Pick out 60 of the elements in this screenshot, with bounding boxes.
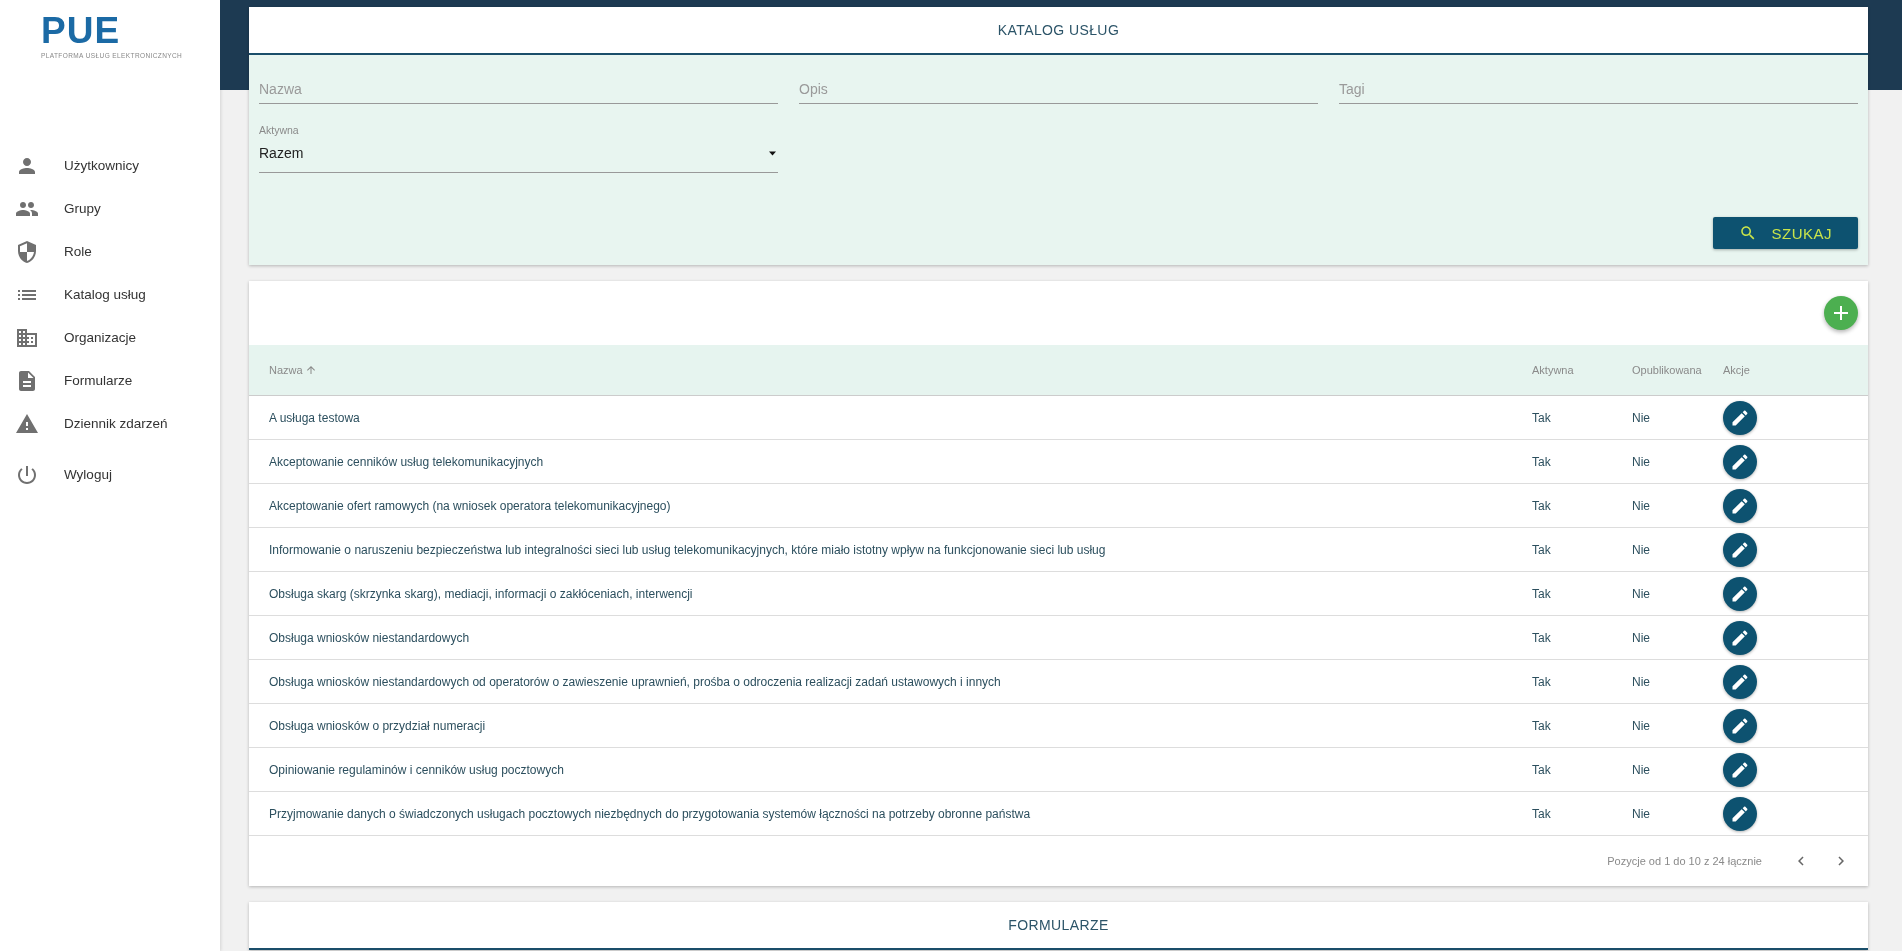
table-cell: Tak xyxy=(1532,454,1551,469)
text-field[interactable]: Tagi xyxy=(1339,69,1858,104)
search-button[interactable]: SZUKAJ xyxy=(1713,217,1858,249)
table-cell: Obsługa wniosków niestandardowych xyxy=(269,630,470,645)
table-cell: Obsługa wniosków o przydział numeracji xyxy=(269,718,486,733)
edit-button[interactable] xyxy=(1723,620,1757,655)
table-cell: Nie xyxy=(1632,762,1650,777)
edit-button[interactable] xyxy=(1723,796,1757,831)
edit-button[interactable] xyxy=(1723,664,1757,699)
table-cell: Obsługa skarg (skrzynka skarg), mediacji, informacji o zakłóceniach, interwencji xyxy=(269,586,693,601)
table-cell: Nie xyxy=(1632,630,1650,645)
table-cell: Tak xyxy=(1532,498,1551,513)
select-field[interactable]: Aktywna Razem xyxy=(259,124,778,173)
table-cell: Nie xyxy=(1632,674,1650,689)
table-cell: A usługa testowa xyxy=(269,410,360,425)
table-cell: Akceptowanie cenników usług telekomunikacyjnych xyxy=(269,454,544,469)
sidebar-item[interactable]: Dziennik zdarzeń xyxy=(0,402,220,445)
table-cell: Tak xyxy=(1532,806,1551,821)
edit-button[interactable] xyxy=(1723,708,1757,743)
table-cell: Informowanie o naruszeniu bezpieczeństwa lub integralności sieci lub usług telekomunikacyjnych, które miało istotny wpływ na funkcjonowanie sieci lub usług xyxy=(269,542,1106,557)
logo-title: PUE xyxy=(41,12,121,49)
text-field[interactable]: Opis xyxy=(799,69,1318,104)
text-field[interactable]: Nazwa xyxy=(259,69,778,104)
table-cell: Tak xyxy=(1532,762,1551,777)
edit-button[interactable] xyxy=(1723,752,1757,787)
table-cell: Tak xyxy=(1532,630,1551,645)
panel-title: KATALOG USŁUG xyxy=(997,22,1120,38)
table-cell: Opiniowanie regulaminów i cenników usług pocztowych xyxy=(269,762,564,777)
table-cell: Tak xyxy=(1532,674,1551,689)
sidebar-item[interactable]: Role xyxy=(0,230,220,273)
sidebar-item[interactable]: Wyloguj xyxy=(0,453,220,496)
table-cell: Akceptowanie ofert ramowych (na wniosek operatora telekomunikacyjnego) xyxy=(269,498,671,513)
table-cell: Nie xyxy=(1632,806,1650,821)
table-cell: Obsługa wniosków niestandardowych od operatorów o zawieszenie uprawnień, prośba o odroczenia realizacji zadań ustawowych i innych xyxy=(269,674,1001,689)
edit-button[interactable] xyxy=(1723,532,1757,567)
table-cell: Przyjmowanie danych o świadczonych usługach pocztowych niezbędnych do przygotowania systemów łączności na potrzeby obronne państwa xyxy=(269,806,1031,821)
sidebar-item[interactable]: Grupy xyxy=(0,187,220,230)
caret-icon xyxy=(769,150,776,156)
table-cell: Tak xyxy=(1532,410,1551,425)
table-cell: Nie xyxy=(1632,498,1650,513)
table-cell: Nie xyxy=(1632,542,1650,557)
sidebar-item[interactable]: Katalog usług xyxy=(0,273,220,316)
pagination-text: Pozycje od 1 do 10 z 24 łącznie xyxy=(1607,855,1762,867)
edit-button[interactable] xyxy=(1723,488,1757,523)
edit-button[interactable] xyxy=(1723,576,1757,611)
table-cell: Nie xyxy=(1632,586,1650,601)
table-cell: Tak xyxy=(1532,542,1551,557)
shield-icon xyxy=(15,239,39,264)
add-button[interactable] xyxy=(1824,296,1858,330)
sidebar-item[interactable]: Formularze xyxy=(0,359,220,402)
edit-button[interactable] xyxy=(1723,400,1757,435)
table-cell: Nie xyxy=(1632,410,1650,425)
sidebar-item[interactable]: Użytkownicy xyxy=(0,144,220,187)
panel-title: FORMULARZE xyxy=(1008,917,1109,933)
sidebar-item[interactable]: Organizacje xyxy=(0,316,220,359)
table-cell: Tak xyxy=(1532,718,1551,733)
table-cell: Tak xyxy=(1532,586,1551,601)
table-cell: Nie xyxy=(1632,454,1650,469)
edit-button[interactable] xyxy=(1723,444,1757,479)
table-cell: Nie xyxy=(1632,718,1650,733)
